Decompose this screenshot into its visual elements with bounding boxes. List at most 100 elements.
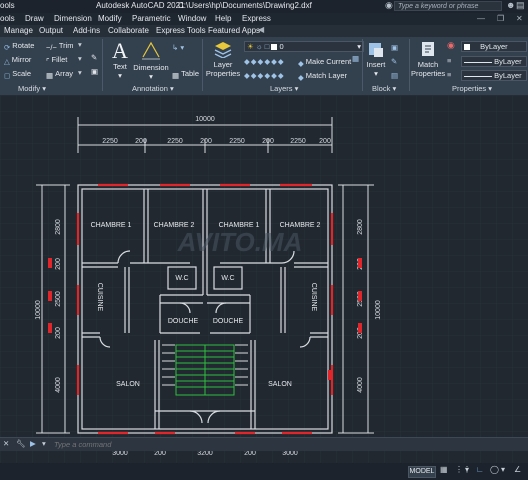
room-label-cuisine-b: CUISINE xyxy=(310,283,317,312)
dim-top-6: 200 xyxy=(262,138,274,145)
menu-bar: ools Draw Dimension Modify Parametric Wi… xyxy=(0,13,528,25)
rotate-button[interactable]: ⟳ Rotate xyxy=(4,41,34,52)
ortho-toggle-icon[interactable]: ∟ xyxy=(476,465,484,474)
dim-top-5: 2250 xyxy=(229,138,245,145)
room-label-wc-b: W.C xyxy=(221,275,234,282)
menu-item-draw[interactable]: Draw xyxy=(25,14,44,23)
explode-icon[interactable]: ▣ xyxy=(91,67,98,76)
user-icon[interactable]: ☻ xyxy=(506,0,515,10)
snap-dropdown-icon[interactable]: ▾ xyxy=(465,465,469,474)
room-label-douche-b: DOUCHE xyxy=(213,318,244,325)
model-space-button[interactable]: MODEL xyxy=(408,466,436,478)
block-panel-label[interactable]: Block ▾ xyxy=(372,84,396,93)
match-properties-icon xyxy=(422,42,434,56)
polar-dropdown-icon[interactable]: ▾ xyxy=(501,465,505,474)
restore-icon[interactable]: ❐ xyxy=(497,14,504,23)
drawing-canvas[interactable]: 10000 2250 200 2250 200 2250 200 2250 20… xyxy=(0,95,528,463)
room-label-chambre2-b: CHAMBRE 2 xyxy=(280,222,321,229)
isodraft-icon[interactable]: ∠ xyxy=(514,465,521,474)
wrench-icon[interactable]: 🔧︎ xyxy=(16,439,26,448)
command-history-icon[interactable]: ▾ xyxy=(42,439,46,448)
cart-icon[interactable]: ▤ xyxy=(516,0,525,11)
tab-featured-apps[interactable]: Featured Apps xyxy=(208,26,260,35)
room-label-cuisine-a: CUISINE xyxy=(96,283,103,312)
table-button[interactable]: ▦ Table xyxy=(172,69,199,80)
modify-panel-dropdown-icon: ▾ xyxy=(42,84,46,93)
mirror-button[interactable]: △ Mirror xyxy=(4,55,31,66)
block-edit-icon[interactable]: ✎ xyxy=(391,57,397,66)
menu-fragment: ools xyxy=(0,1,15,10)
match-properties-button[interactable]: Match Properties xyxy=(411,40,445,78)
dim-right-5: 4000 xyxy=(357,377,364,393)
layer-tools-row1[interactable]: ◆◆◆◆◆◆ xyxy=(244,57,285,66)
layer-properties-button[interactable]: Layer Properties xyxy=(205,40,241,78)
lineweight-line-icon xyxy=(464,61,492,63)
polar-toggle-icon[interactable]: ◯ xyxy=(490,465,499,474)
dimension-button[interactable]: Dimension ▾ xyxy=(132,40,170,81)
lineweight-icon[interactable]: ≡ xyxy=(447,56,451,65)
lineweight-dropdown[interactable]: ByLayer xyxy=(461,56,527,67)
array-dropdown-icon[interactable]: ▾ xyxy=(78,68,82,77)
layer-extra-icon[interactable]: ▦ xyxy=(352,54,359,63)
array-button[interactable]: ▦ Array xyxy=(46,69,73,80)
annotation-panel-label[interactable]: Annotation ▾ xyxy=(132,84,174,93)
close-command-icon[interactable]: ✕ xyxy=(3,439,9,448)
dim-top-1: 2250 xyxy=(102,138,118,145)
dim-top-2: 200 xyxy=(135,138,147,145)
dimension-icon xyxy=(142,41,160,60)
linetype-dropdown[interactable]: ByLayer xyxy=(461,70,527,81)
tab-manage[interactable]: Manage xyxy=(4,26,33,35)
tab-options-icon[interactable]: ◀ xyxy=(258,25,264,34)
search-input[interactable]: Type a keyword or phrase xyxy=(394,1,502,11)
watermark: AVITO.MA xyxy=(177,227,303,257)
properties-panel-dropdown-icon: ▾ xyxy=(488,84,493,93)
grid-toggle-icon[interactable]: ▦ xyxy=(440,465,448,474)
binoculars-icon[interactable]: ◉ xyxy=(385,0,393,11)
erase-icon[interactable]: ✎ xyxy=(91,53,97,62)
command-line[interactable]: ✕ 🔧︎ ▶ ▾ xyxy=(0,437,528,451)
block-create-icon[interactable]: ▣ xyxy=(391,43,398,52)
minimize-icon[interactable]: — xyxy=(477,14,485,23)
annotation-panel-dropdown-icon: ▾ xyxy=(169,84,174,93)
trim-button[interactable]: −/− Trim xyxy=(46,41,74,52)
insert-dropdown-icon: ▾ xyxy=(374,69,378,78)
leader-icon[interactable]: ↳ ▾ xyxy=(172,43,184,52)
fillet-button[interactable]: ⌜ Fillet xyxy=(46,55,67,66)
make-current-button[interactable]: ◆ Make Current xyxy=(298,57,351,68)
drawing-grid xyxy=(0,95,528,463)
layer-tools-row2[interactable]: ◆◆◆◆◆◆ xyxy=(244,71,285,80)
block-attribute-icon[interactable]: ▤ xyxy=(391,71,398,80)
tab-express-tools[interactable]: Express Tools xyxy=(156,26,206,35)
insert-button[interactable]: Insert ▾ xyxy=(364,40,388,78)
menu-item-parametric[interactable]: Parametric xyxy=(132,14,171,23)
menu-item-window[interactable]: Window xyxy=(178,14,206,23)
ribbon-tabs: Manage Output Add-ins Collaborate Expres… xyxy=(0,25,528,37)
color-dropdown[interactable]: ByLayer xyxy=(461,41,527,52)
menu-item-express[interactable]: Express xyxy=(242,14,271,23)
trim-dropdown-icon[interactable]: ▾ xyxy=(78,40,82,49)
command-input[interactable] xyxy=(54,439,234,449)
menu-item-modify[interactable]: Modify xyxy=(98,14,122,23)
scale-button[interactable]: ◻ Scale xyxy=(4,69,31,80)
tab-collaborate[interactable]: Collaborate xyxy=(108,26,149,35)
menu-item-help[interactable]: Help xyxy=(215,14,231,23)
unlock-icon: □ xyxy=(264,42,270,51)
title-bar: ools Autodesk AutoCAD 2021 C:\Users\hp\D… xyxy=(0,0,528,13)
layers-panel-label[interactable]: Layers ▾ xyxy=(270,84,298,93)
layer-unlock-icon: ◆◆ xyxy=(257,71,272,80)
tab-add-ins[interactable]: Add-ins xyxy=(73,26,100,35)
properties-panel-label[interactable]: Properties ▾ xyxy=(452,84,492,93)
tab-output[interactable]: Output xyxy=(39,26,63,35)
text-button[interactable]: A Text ▾ xyxy=(107,40,133,81)
close-icon[interactable]: ✕ xyxy=(516,14,523,23)
layer-dropdown[interactable]: ☀ ☼ □ 0 ▾ xyxy=(244,41,364,52)
fillet-dropdown-icon[interactable]: ▾ xyxy=(78,54,82,63)
menu-item-tools[interactable]: ools xyxy=(0,14,15,23)
modify-panel-label[interactable]: Modify ▾ xyxy=(18,84,46,93)
match-layer-button[interactable]: ◆ Match Layer xyxy=(298,71,347,82)
dim-bottom-3: 3200 xyxy=(197,450,213,457)
color-wheel-icon[interactable]: ◉ xyxy=(447,40,455,51)
linetype-icon[interactable]: ≡ xyxy=(447,70,451,79)
room-label-chambre1-b: CHAMBRE 1 xyxy=(219,222,260,229)
menu-item-dimension[interactable]: Dimension xyxy=(54,14,92,23)
